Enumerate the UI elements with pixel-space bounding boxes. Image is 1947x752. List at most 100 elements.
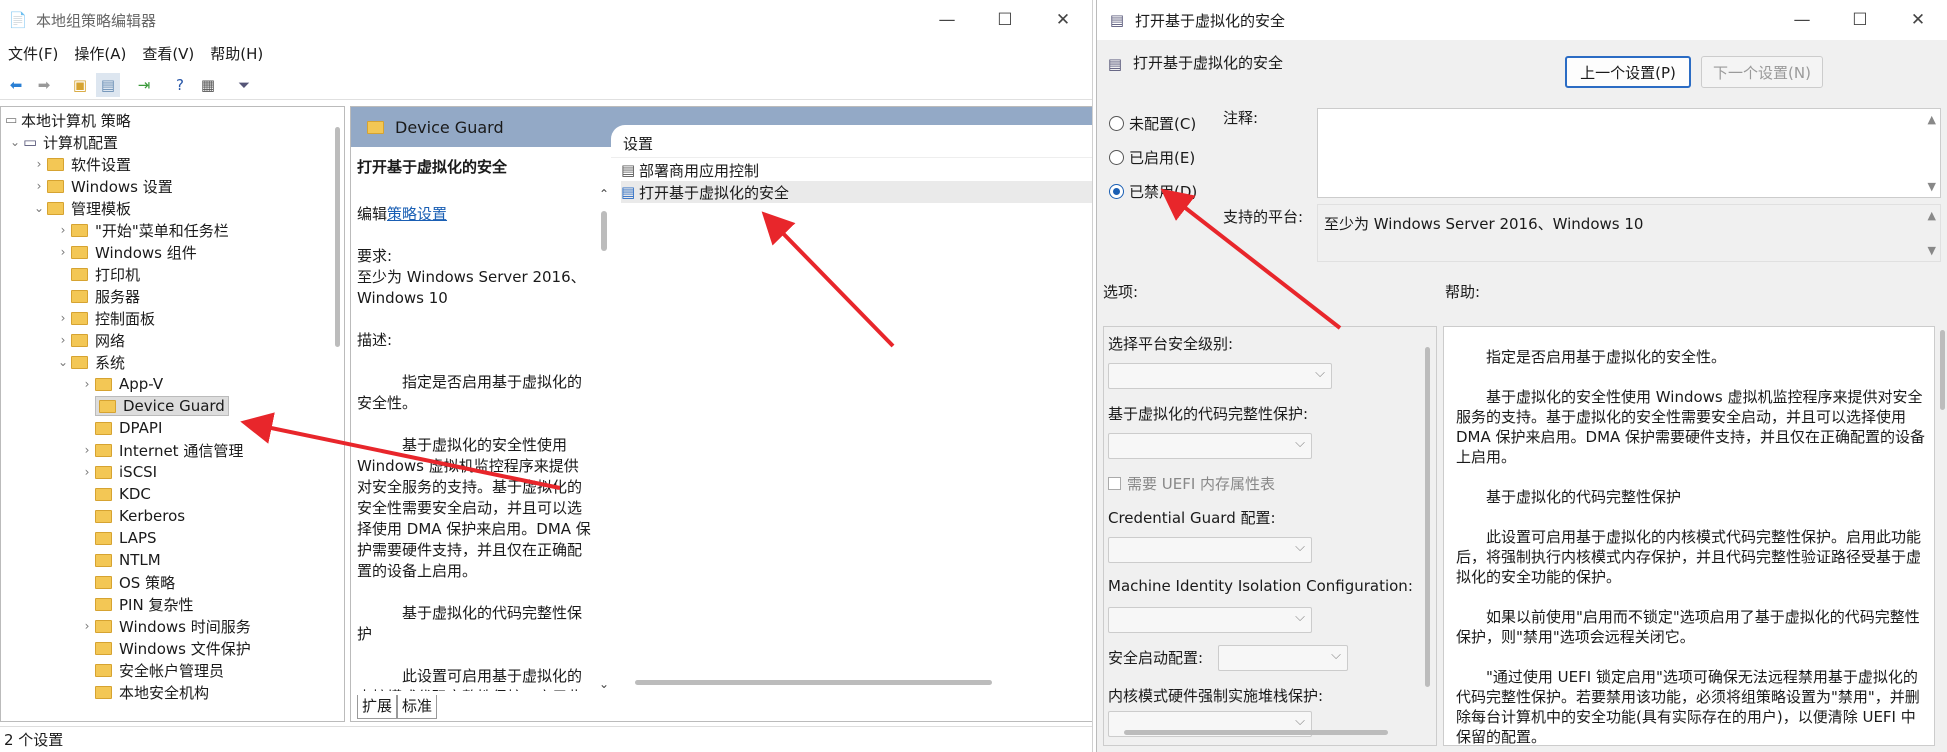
next-setting-button[interactable]: 下一个设置(N)	[1701, 56, 1823, 88]
tree-label: PIN 复杂性	[119, 595, 194, 614]
credential-guard-combo[interactable]	[1108, 537, 1312, 563]
ext-desc-2: 基于虚拟化的安全性使用 Windows 虚拟机监控程序来提供对安全服务的支持。基…	[357, 436, 591, 580]
policy-settings-link[interactable]: 策略设置	[387, 205, 447, 223]
radio-disabled[interactable]: 已禁用(D)	[1109, 181, 1197, 202]
maximize-button[interactable]: ☐	[1831, 0, 1889, 40]
folder-icon	[95, 685, 112, 699]
tree-start-menu[interactable]: › "开始"菜单和任务栏	[55, 219, 229, 241]
chevron-right-icon[interactable]: ›	[31, 157, 47, 171]
chevron-right-icon[interactable]: ›	[55, 245, 71, 259]
maximize-button[interactable]: ☐	[976, 0, 1034, 40]
chevron-right-icon[interactable]: ›	[55, 223, 71, 237]
properties-icon[interactable]: ▦	[196, 73, 220, 97]
tree-lsa[interactable]: 本地安全机构	[79, 681, 209, 703]
tree-computer-config[interactable]: ⌄ ▭ 计算机配置	[7, 131, 118, 153]
tree-kerberos[interactable]: Kerberos	[79, 505, 185, 527]
minimize-button[interactable]: —	[1773, 0, 1831, 40]
chevron-down-icon[interactable]: ⌄	[55, 355, 71, 369]
settings-column-header[interactable]: 设置	[623, 133, 653, 154]
tree-sam[interactable]: 安全帐户管理员	[79, 659, 224, 681]
list-hscrollbar[interactable]	[635, 680, 992, 685]
tree-network[interactable]: › 网络	[55, 329, 125, 351]
menu-view[interactable]: 查看(V)	[134, 42, 202, 66]
tree-windows-components[interactable]: › Windows 组件	[55, 241, 197, 263]
chevron-right-icon[interactable]: ›	[79, 443, 95, 457]
menu-help[interactable]: 帮助(H)	[202, 42, 271, 66]
tree-pin-complexity[interactable]: PIN 复杂性	[79, 593, 193, 615]
chevron-right-icon[interactable]: ›	[55, 333, 71, 347]
tree-label: 服务器	[95, 287, 141, 306]
chevron-right-icon[interactable]: ›	[79, 465, 95, 479]
tree-label: 安全帐户管理员	[119, 661, 225, 680]
radio-label: 已禁用(D)	[1129, 183, 1198, 201]
setting-row-selected[interactable]: ▤ 打开基于虚拟化的安全	[621, 181, 1092, 203]
tree-control-panel[interactable]: › 控制面板	[55, 307, 155, 329]
option-code-integrity: 基于虚拟化的代码完整性保护:	[1108, 405, 1309, 423]
setting-row[interactable]: ▤ 部署商用应用控制	[621, 159, 759, 181]
tree-time-service[interactable]: › Windows 时间服务	[79, 615, 251, 637]
comment-textbox[interactable]: ▲ ▼	[1317, 108, 1941, 198]
menu-action[interactable]: 操作(A)	[66, 42, 134, 66]
help-icon[interactable]: ?	[168, 73, 192, 97]
secure-launch-combo[interactable]	[1218, 645, 1348, 671]
tree-windows-settings[interactable]: › Windows 设置	[31, 175, 173, 197]
code-integrity-combo[interactable]	[1108, 433, 1312, 459]
tree-root[interactable]: ▭ 本地计算机 策略	[5, 109, 131, 131]
close-button[interactable]: ✕	[1034, 0, 1092, 40]
options-vscrollbar[interactable]	[1425, 347, 1430, 687]
tree-os-policy[interactable]: OS 策略	[79, 571, 175, 593]
tree-appv[interactable]: › App-V	[79, 373, 164, 395]
chevron-right-icon[interactable]: ›	[79, 619, 95, 633]
prev-setting-button[interactable]: 上一个设置(P)	[1565, 56, 1691, 88]
chevron-right-icon[interactable]: ›	[31, 179, 47, 193]
tree-laps[interactable]: LAPS	[79, 527, 157, 549]
chevron-down-icon[interactable]: ⌄	[31, 201, 47, 215]
radio-label: 未配置(C)	[1129, 115, 1197, 133]
tree-software-settings[interactable]: › 软件设置	[31, 153, 131, 175]
radio-enabled[interactable]: 已启用(E)	[1109, 147, 1195, 168]
tree-system[interactable]: ⌄ 系统	[55, 351, 125, 373]
tree-label: NTLM	[119, 551, 161, 569]
tree-ntlm[interactable]: NTLM	[79, 549, 161, 571]
forward-icon[interactable]: ➡	[32, 73, 56, 97]
ext-desc-3: 基于虚拟化的代码完整性保护	[357, 604, 583, 643]
filter-icon[interactable]: ⏷	[232, 73, 256, 97]
radio-not-configured[interactable]: 未配置(C)	[1109, 113, 1196, 134]
tree-printers[interactable]: 打印机	[55, 263, 140, 285]
help-vscrollbar[interactable]	[1940, 330, 1945, 410]
tree-file-protection[interactable]: Windows 文件保护	[79, 637, 251, 659]
show-tree-icon[interactable]: ▤	[96, 72, 120, 97]
tree-label: 管理模板	[71, 199, 132, 218]
status-bar: 2 个设置	[0, 726, 1092, 752]
tab-extended[interactable]: 扩展	[357, 695, 398, 719]
tree-device-guard[interactable]: Device Guard	[79, 395, 229, 417]
uefi-checkbox[interactable]: 需要 UEFI 内存属性表	[1108, 473, 1275, 494]
export-list-icon[interactable]: ⇥	[132, 73, 156, 97]
tree-label: Internet 通信管理	[119, 441, 244, 460]
tree-kdc[interactable]: KDC	[79, 483, 151, 505]
minimize-button[interactable]: —	[918, 0, 976, 40]
back-icon[interactable]: ⬅	[4, 73, 28, 97]
menu-file[interactable]: 文件(F)	[0, 42, 66, 66]
uefi-label: 需要 UEFI 内存属性表	[1127, 475, 1276, 493]
tree-iscsi[interactable]: › iSCSI	[79, 461, 158, 483]
close-button[interactable]: ✕	[1889, 0, 1947, 40]
platform-level-combo[interactable]	[1108, 363, 1332, 389]
chevron-down-icon[interactable]: ⌄	[7, 135, 23, 149]
tab-standard[interactable]: 标准	[397, 695, 438, 719]
up-folder-icon[interactable]: ▣	[68, 73, 92, 97]
tree-dpapi[interactable]: DPAPI	[79, 417, 162, 439]
gpedit-window: 📄 本地组策略编辑器 — ☐ ✕ 文件(F) 操作(A) 查看(V) 帮助(H)…	[0, 0, 1093, 752]
tree-scrollbar[interactable]	[332, 107, 344, 721]
ext-scrollbar[interactable]: ⌃ ⌄	[597, 187, 611, 691]
chevron-right-icon[interactable]: ›	[55, 311, 71, 325]
tree-server[interactable]: 服务器	[55, 285, 140, 307]
tree-internet-comm[interactable]: › Internet 通信管理	[79, 439, 244, 461]
tree-label: 控制面板	[95, 309, 156, 328]
chevron-right-icon[interactable]: ›	[79, 377, 95, 391]
platform-label: 支持的平台:	[1223, 208, 1304, 226]
options-hscrollbar[interactable]	[1124, 730, 1388, 735]
machine-identity-combo[interactable]	[1108, 607, 1312, 633]
tree-admin-templates[interactable]: ⌄ 管理模板	[31, 197, 131, 219]
comment-label: 注释:	[1223, 109, 1259, 127]
